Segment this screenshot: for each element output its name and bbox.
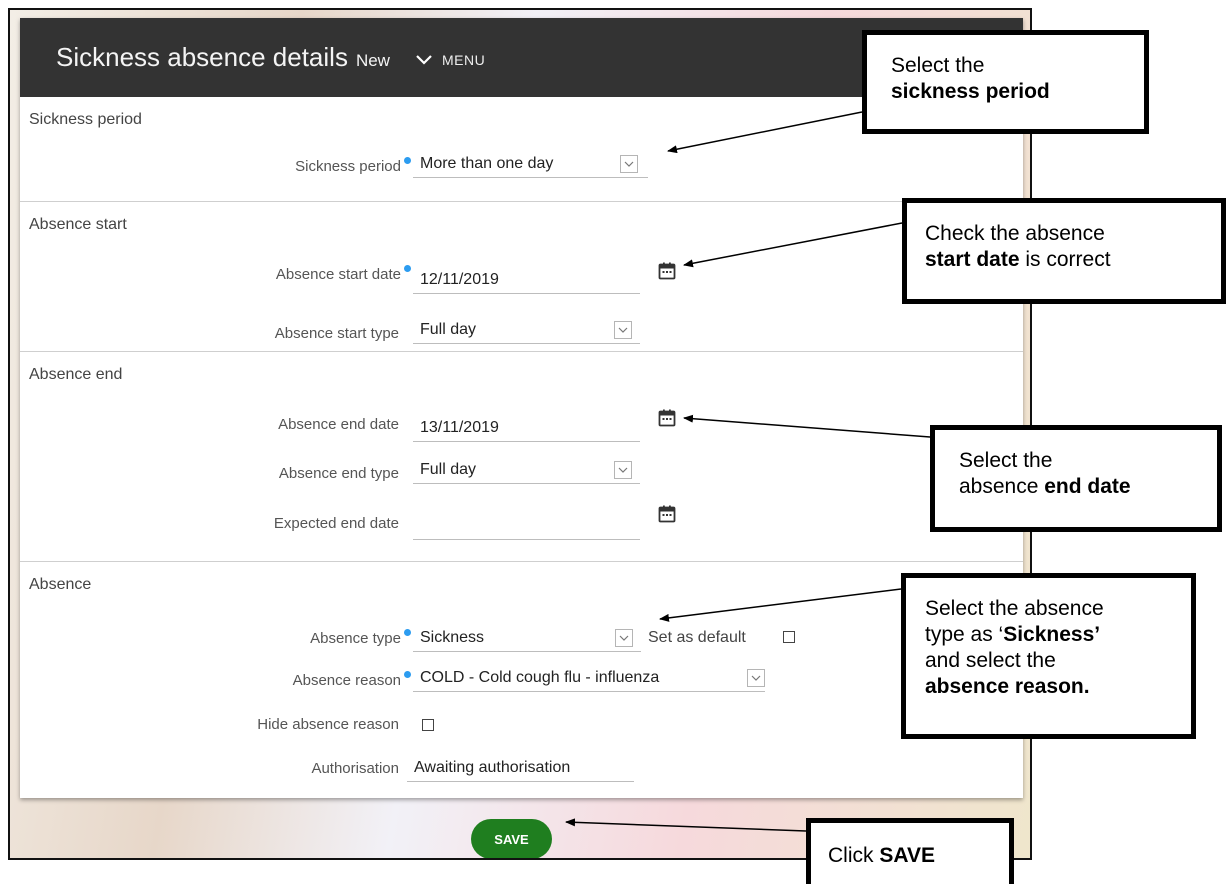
arrow	[683, 222, 903, 268]
arrow	[667, 111, 863, 154]
arrow	[659, 588, 902, 622]
arrow	[683, 414, 931, 438]
annotation-arrows	[565, 111, 931, 832]
arrow	[565, 818, 807, 832]
